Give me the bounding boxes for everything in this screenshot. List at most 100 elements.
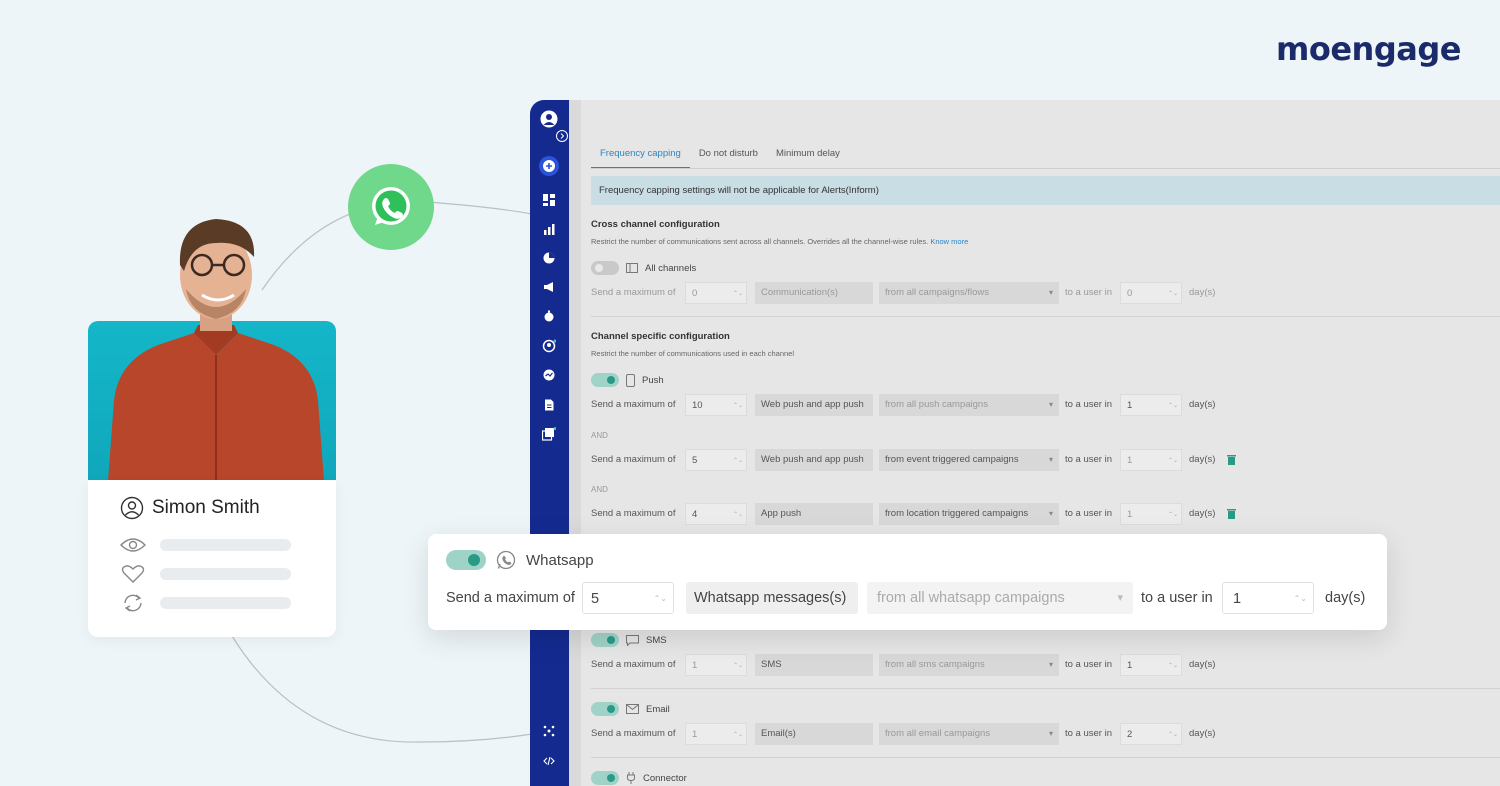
app-sidebar <box>530 100 569 786</box>
to-user-label: to a user in <box>1065 508 1112 519</box>
unit-field: SMS <box>755 654 873 676</box>
channel-all: All channels <box>591 261 696 275</box>
and-separator: AND <box>591 485 608 494</box>
dashboard-icon[interactable] <box>541 192 557 208</box>
to-user-label: to a user in <box>1065 659 1112 670</box>
source-select[interactable]: from all push campaigns <box>879 394 1059 416</box>
heart-icon <box>121 565 145 583</box>
count-input[interactable]: 5 <box>582 582 674 615</box>
delete-icon[interactable] <box>1227 503 1239 525</box>
megaphone-icon[interactable] <box>541 279 557 295</box>
integrations-icon[interactable] <box>541 723 557 739</box>
profile-card: Simon Smith <box>88 480 336 637</box>
whatsapp-toggle[interactable] <box>446 550 486 570</box>
templates-icon[interactable] <box>541 426 557 442</box>
sms-toggle[interactable] <box>591 633 619 647</box>
cross-channel-title: Cross channel configuration <box>591 219 720 230</box>
days-input[interactable]: 1 <box>1222 582 1314 615</box>
tab-do-not-disturb[interactable]: Do not disturb <box>690 148 767 169</box>
placeholder-bar <box>160 597 291 609</box>
all-channels-toggle[interactable] <box>591 261 619 275</box>
profile-row-views <box>120 537 291 553</box>
add-icon[interactable] <box>538 155 560 177</box>
days-input[interactable]: 1 <box>1120 503 1182 526</box>
user-icon <box>120 496 144 520</box>
cross-channel-subtitle: Restrict the number of communications se… <box>591 237 968 246</box>
source-select[interactable]: from all whatsapp campaigns <box>867 582 1133 614</box>
source-select[interactable]: from all sms campaigns <box>879 654 1059 676</box>
unit-field: App push <box>755 503 873 525</box>
tabs-underline <box>591 168 1500 169</box>
push-toggle[interactable] <box>591 373 619 387</box>
section-divider <box>591 757 1500 758</box>
days-input[interactable]: 0 <box>1120 282 1182 305</box>
stopwatch-icon[interactable] <box>541 308 557 324</box>
channel-specific-title: Channel specific configuration <box>591 331 730 342</box>
profile-name: Simon Smith <box>120 496 260 520</box>
window-icon <box>626 263 638 273</box>
email-label: Email <box>646 703 670 715</box>
send-max-label: Send a maximum of <box>591 454 676 465</box>
to-user-label: to a user in <box>1065 399 1112 410</box>
to-user-label: to a user in <box>1065 287 1112 298</box>
unit-field: Communication(s) <box>755 282 873 304</box>
whatsapp-label: Whatsapp <box>526 551 594 569</box>
unit-field: Email(s) <box>755 723 873 745</box>
code-icon[interactable] <box>541 753 557 769</box>
connector-toggle[interactable] <box>591 771 619 785</box>
placeholder-bar <box>160 568 291 580</box>
days-input[interactable]: 1 <box>1120 654 1182 677</box>
document-icon[interactable] <box>541 397 557 413</box>
source-select[interactable]: from event triggered campaigns <box>879 449 1059 471</box>
connector-label: Connector <box>643 772 687 784</box>
user-avatar-icon[interactable] <box>540 110 558 128</box>
days-input[interactable]: 1 <box>1120 394 1182 417</box>
tab-frequency-capping[interactable]: Frequency capping <box>591 148 690 169</box>
days-label: day(s) <box>1189 728 1216 739</box>
section-divider <box>591 316 1500 317</box>
count-input[interactable]: 1 <box>685 654 747 677</box>
tab-minimum-delay[interactable]: Minimum delay <box>767 148 849 169</box>
insights-icon[interactable] <box>541 367 557 383</box>
days-label: day(s) <box>1189 399 1216 410</box>
profile-row-likes <box>120 565 291 583</box>
to-user-label: to a user in <box>1065 728 1112 739</box>
app-window: Frequency capping Do not disturb Minimum… <box>530 100 1500 786</box>
days-label: day(s) <box>1325 590 1366 606</box>
segment-icon[interactable] <box>541 338 557 354</box>
unit-field: Web push and app push <box>755 449 873 471</box>
pie-chart-icon[interactable] <box>541 250 557 266</box>
profile-name-text: Simon Smith <box>152 497 260 518</box>
expand-sidebar-icon[interactable] <box>556 130 568 142</box>
days-input[interactable]: 2 <box>1120 723 1182 746</box>
send-max-label: Send a maximum of <box>446 590 575 606</box>
delete-icon[interactable] <box>1227 449 1239 471</box>
count-input[interactable]: 4 <box>685 503 747 526</box>
know-more-link[interactable]: Know more <box>930 237 968 246</box>
eye-icon <box>120 538 146 552</box>
mobile-icon <box>626 373 635 387</box>
whatsapp-bubble-icon <box>348 164 434 250</box>
refresh-icon <box>124 594 142 612</box>
channel-specific-subtitle: Restrict the number of communications us… <box>591 349 795 358</box>
count-input[interactable]: 0 <box>685 282 747 305</box>
count-input[interactable]: 10 <box>685 394 747 417</box>
profile-photo <box>108 219 324 481</box>
analytics-icon[interactable] <box>541 221 557 237</box>
count-input[interactable]: 5 <box>685 449 747 472</box>
sidebar-gutter <box>569 100 581 786</box>
send-max-label: Send a maximum of <box>591 399 676 410</box>
days-input[interactable]: 1 <box>1120 449 1182 472</box>
days-label: day(s) <box>1189 287 1216 298</box>
placeholder-bar <box>160 539 291 551</box>
days-label: day(s) <box>1189 508 1216 519</box>
whatsapp-config-card: Whatsapp Send a maximum of 5 Whatsapp me… <box>428 534 1387 630</box>
source-select[interactable]: from all email campaigns <box>879 723 1059 745</box>
source-select[interactable]: from all campaigns/flows <box>879 282 1059 304</box>
email-toggle[interactable] <box>591 702 619 716</box>
count-input[interactable]: 1 <box>685 723 747 746</box>
moengage-logo: moengage <box>1276 30 1461 68</box>
section-divider <box>591 688 1500 689</box>
channel-connector: Connector <box>591 771 687 785</box>
source-select[interactable]: from location triggered campaigns <box>879 503 1059 525</box>
